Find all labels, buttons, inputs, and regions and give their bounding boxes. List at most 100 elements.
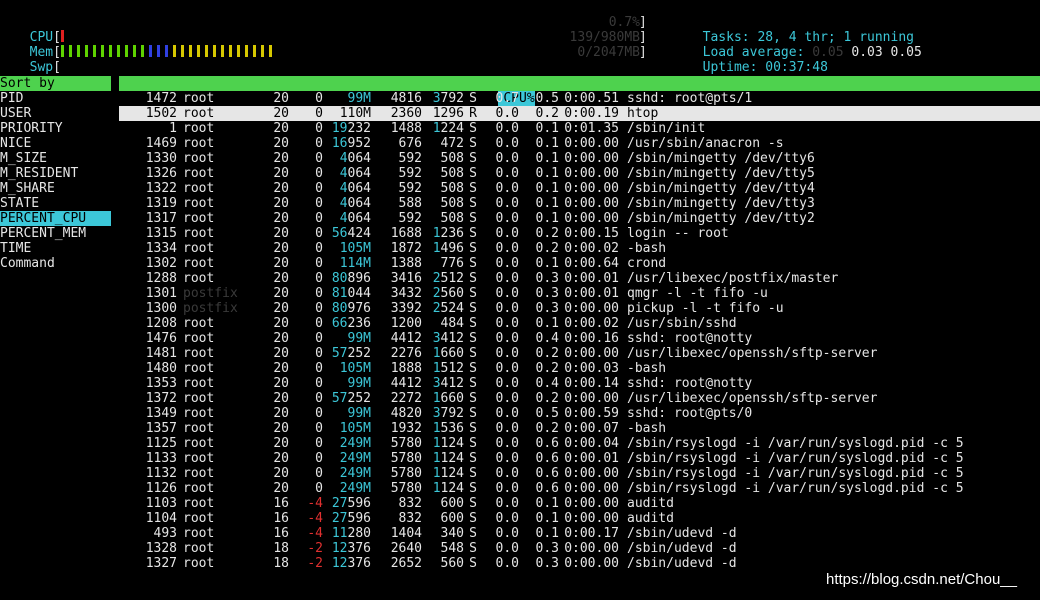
process-row[interactable]: 1334 root 20 0 105M 1872 1496 S 0.0 0.2 0:00.02 -ba… <box>119 241 1040 256</box>
cell-time: 0:00.17 <box>564 526 619 541</box>
sort-option-state[interactable]: STATE <box>0 196 111 211</box>
cell-res: 2640 <box>390 541 422 556</box>
process-row[interactable]: 1327 root 18 -2 12376 2652 560 S 0.0 0.3 0:00.00/s… <box>119 556 1040 571</box>
sort-option-time[interactable]: TIME <box>0 241 111 256</box>
process-row[interactable]: 1125 root 20 0 249M 5780 1124 S 0.0 0.6 0:00.04/sb… <box>119 436 1040 451</box>
cell-cpu: 0.0 <box>495 556 519 571</box>
cell-s: S <box>469 196 477 211</box>
cell-s: S <box>469 151 477 166</box>
sort-option-user[interactable]: USER <box>0 106 111 121</box>
cell-mem: 0.1 <box>535 136 559 151</box>
process-row[interactable]: 1480 root 20 0 105M 1888 1512 S 0.0 0.2 0:00.03 -ba… <box>119 361 1040 376</box>
sort-panel: PID USER PRIORITY NICE M_SIZE M_RESIDENT M_SHA… <box>0 91 111 271</box>
cell-cmd: /sbin/udevd -d <box>627 541 737 556</box>
sort-option-nice[interactable]: NICE <box>0 136 111 151</box>
process-row[interactable]: 1208 root 20 0 66236 1200 484 S 0.0 0.1 0:00.02/us… <box>119 316 1040 331</box>
process-row[interactable]: 1104 root 16 -4 27596 832 600 S 0.0 0.1 0:00.00 aud… <box>119 511 1040 526</box>
cell-pri: 20 <box>273 196 289 211</box>
process-row[interactable]: 493 root 16 -4 11280 1404 340 S 0.0 0.1 0:00.17/sb… <box>119 526 1040 541</box>
cell-shr: 776 <box>440 256 464 271</box>
meter-bar-segment <box>236 45 240 57</box>
process-row[interactable]: 1300 postfix 20 0 80976 3392 2524 S 0.0 0.3 0:00.0… <box>119 301 1040 316</box>
cell-pri: 20 <box>273 406 289 421</box>
sort-option-percent-cpu[interactable]: PERCENT_CPU <box>0 211 111 226</box>
cell-virt: 249M <box>323 451 371 466</box>
shr-high-digits: 1 <box>432 481 441 496</box>
process-row[interactable]: 1315 root 20 0 56424 1688 1236 S 0.0 0.2 0:00.15 lo… <box>119 226 1040 241</box>
cell-time: 0:00.19 <box>564 106 619 121</box>
cell-virt: 27596 <box>323 511 371 526</box>
sort-option-m-resident[interactable]: M_RESIDENT <box>0 166 111 181</box>
cell-pid: 1330 <box>145 151 177 166</box>
meter-bar-segment <box>196 45 200 57</box>
cell-ni: 0 <box>315 436 323 451</box>
process-row[interactable]: 1 root 20 0 19232 1488 1224 S 0.0 0.1 0:01.35/sbin… <box>119 121 1040 136</box>
cell-time: 0:00.16 <box>564 331 619 346</box>
cell-user: root <box>183 121 215 136</box>
cell-res: 592 <box>398 181 422 196</box>
cell-time: 0:00.59 <box>564 406 619 421</box>
cell-cpu: 0.0 <box>495 466 519 481</box>
meter-bar-segment <box>228 45 232 57</box>
cell-pri: 20 <box>273 91 289 106</box>
process-row[interactable]: 1330 root 20 0 4064 592 508 S 0.0 0.1 0:00.00/sbin… <box>119 151 1040 166</box>
sort-option-priority[interactable]: PRIORITY <box>0 121 111 136</box>
cell-virt: 105M <box>323 421 371 436</box>
process-row[interactable]: 1353 root 20 0 99M 4412 3412 S 0.0 0.4 0:00.14 sshd… <box>119 376 1040 391</box>
cell-user: root <box>183 136 215 151</box>
process-row[interactable]: 1502 root 20 0 110M 2360 1296 R 0.0 0.2 0:00.19 hto… <box>119 106 1040 121</box>
uptime-value: 00:37:48 <box>765 60 828 75</box>
process-row[interactable]: 1133 root 20 0 249M 5780 1124 S 0.0 0.6 0:00.01/sb… <box>119 451 1040 466</box>
cell-virt: 4064 <box>323 151 371 166</box>
process-row[interactable]: 1326 root 20 0 4064 592 508 S 0.0 0.1 0:00.00/sbin… <box>119 166 1040 181</box>
cell-mem: 0.1 <box>535 151 559 166</box>
cell-pri: 20 <box>273 106 289 121</box>
cell-time: 0:01.35 <box>564 121 619 136</box>
process-row[interactable]: 1302 root 20 0 114M 1388 776 S 0.0 0.1 0:00.64 cron… <box>119 256 1040 271</box>
shr-low-digits: 412 <box>440 331 464 346</box>
meter-bar-segment <box>244 45 248 57</box>
process-row[interactable]: 1126 root 20 0 249M 5780 1124 S 0.0 0.6 0:00.00/sb… <box>119 481 1040 496</box>
process-row[interactable]: 1372 root 20 0 57252 2272 1660 S 0.0 0.2 0:00.00/u… <box>119 391 1040 406</box>
process-row[interactable]: 1357 root 20 0 105M 1932 1536 S 0.0 0.2 0:00.07 -ba… <box>119 421 1040 436</box>
cell-virt: 105M <box>323 241 371 256</box>
process-row[interactable]: 1322 root 20 0 4064 592 508 S 0.0 0.1 0:00.00/sbin… <box>119 181 1040 196</box>
cell-ni: 0 <box>315 466 323 481</box>
sort-option-percent-mem[interactable]: PERCENT_MEM <box>0 226 111 241</box>
sort-option-pid[interactable]: PID <box>0 91 111 106</box>
cell-ni: 0 <box>315 331 323 346</box>
process-row[interactable]: 1288 root 20 0 80896 3416 2512 S 0.0 0.3 0:00.01/u… <box>119 271 1040 286</box>
sort-option-command[interactable]: Command <box>0 256 111 271</box>
cell-cpu: 0.0 <box>495 286 519 301</box>
process-row[interactable]: 1132 root 20 0 249M 5780 1124 S 0.0 0.6 0:00.00/sb… <box>119 466 1040 481</box>
process-row[interactable]: 1472 root 20 0 99M 4816 3792 S 0.7 0.5 0:00.51 sshd… <box>119 91 1040 106</box>
meter-bar-segment <box>164 45 168 57</box>
process-row[interactable]: 1103 root 16 -4 27596 832 600 S 0.0 0.1 0:00.00 aud… <box>119 496 1040 511</box>
process-row[interactable]: 1301 postfix 20 0 81044 3432 2560 S 0.0 0.3 0:00.0… <box>119 286 1040 301</box>
process-row[interactable]: 1319 root 20 0 4064 588 508 S 0.0 0.1 0:00.00/sbin… <box>119 196 1040 211</box>
cell-cmd: /usr/libexec/postfix/master <box>627 271 839 286</box>
cell-pid: 1132 <box>145 466 177 481</box>
process-row[interactable]: 1481 root 20 0 57252 2276 1660 S 0.0 0.2 0:00.00/u… <box>119 346 1040 361</box>
cell-pri: 20 <box>273 211 289 226</box>
shr-high-digits: 1 <box>432 421 441 436</box>
cell-time: 0:00.00 <box>564 151 619 166</box>
process-row[interactable]: 1469 root 20 0 16952 676 472 S 0.0 0.1 0:00.00/usr… <box>119 136 1040 151</box>
process-row[interactable]: 1349 root 20 0 99M 4820 3792 S 0.0 0.5 0:00.59 sshd… <box>119 406 1040 421</box>
cell-pid: 1469 <box>145 136 177 151</box>
sort-option-m-size[interactable]: M_SIZE <box>0 151 111 166</box>
cell-pid: 1208 <box>145 316 177 331</box>
cell-mem: 0.6 <box>535 436 559 451</box>
cell-mem: 0.1 <box>535 166 559 181</box>
process-row[interactable]: 1328 root 18 -2 12376 2640 548 S 0.0 0.3 0:00.00/s… <box>119 541 1040 556</box>
cell-res: 4820 <box>390 406 422 421</box>
cell-time: 0:00.64 <box>564 256 619 271</box>
cell-res: 2652 <box>390 556 422 571</box>
process-row[interactable]: 1317 root 20 0 4064 592 508 S 0.0 0.1 0:00.00/sbin… <box>119 211 1040 226</box>
sort-option-m-share[interactable]: M_SHARE <box>0 181 111 196</box>
process-row[interactable]: 1476 root 20 0 99M 4412 3412 S 0.0 0.4 0:00.16 sshd… <box>119 331 1040 346</box>
cell-user: root <box>183 376 215 391</box>
virt-high-digits: 105M <box>339 241 371 256</box>
cell-pid: 1349 <box>145 406 177 421</box>
shr-low-digits: 412 <box>440 376 464 391</box>
